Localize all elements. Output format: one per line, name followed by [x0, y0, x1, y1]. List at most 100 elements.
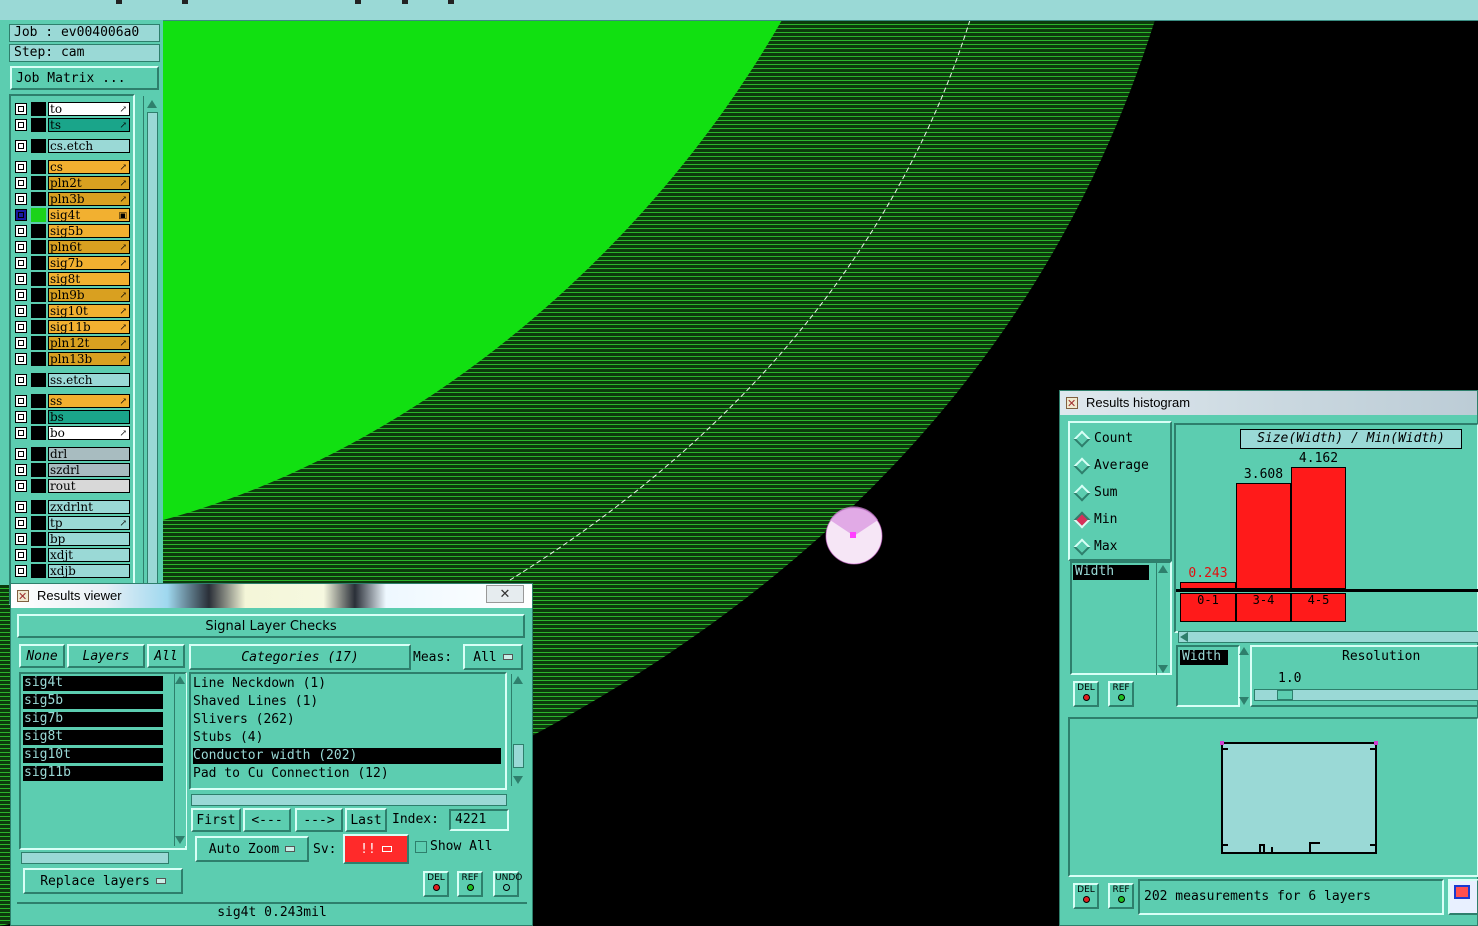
layer-name[interactable]: sig10t ↗ [48, 304, 130, 318]
layer-color-swatch[interactable] [31, 176, 46, 190]
layer-color-swatch[interactable] [31, 304, 46, 318]
layer-checkbox[interactable] [15, 193, 27, 205]
layer-row-rout[interactable]: rout [13, 479, 131, 493]
category-item[interactable]: Slivers (262) [193, 712, 295, 728]
resolution-slider-thumb[interactable] [1277, 690, 1293, 700]
layer-row-cs-etch[interactable]: cs.etch [13, 139, 131, 153]
meas-dropdown[interactable]: All [463, 644, 523, 670]
layer-checkbox[interactable] [15, 464, 27, 476]
layer-color-swatch[interactable] [31, 548, 46, 562]
layer-name[interactable]: ss.etch [48, 373, 130, 387]
job-matrix-button[interactable]: Job Matrix ... [10, 66, 159, 90]
layer-color-swatch[interactable] [31, 102, 46, 116]
results-viewer-titlebar[interactable]: Results viewer ✕ [11, 584, 532, 609]
layer-name[interactable]: pln2t ↗ [48, 176, 130, 190]
layer-row-pln12t[interactable]: pln12t ↗ [13, 336, 131, 350]
all-button[interactable]: All [147, 644, 185, 668]
bin-label[interactable]: 4-5 [1291, 593, 1346, 622]
category-item[interactable]: Line Neckdown (1) [193, 676, 326, 692]
width-field-scroll[interactable] [1238, 647, 1250, 705]
layer-color-swatch[interactable] [31, 564, 46, 578]
layer-color-swatch[interactable] [31, 224, 46, 238]
severity-dropdown[interactable]: !! [343, 834, 409, 864]
bin-label[interactable]: 0-1 [1180, 593, 1236, 622]
result-layer-item[interactable]: sig5b [23, 694, 163, 709]
layer-row-pln6t[interactable]: pln6t ↗ [13, 240, 131, 254]
layer-row-ts[interactable]: ts ↗ [13, 118, 131, 132]
result-layer-item[interactable]: sig8t [23, 730, 163, 745]
histogram-hscroll[interactable] [1178, 631, 1478, 643]
layer-checkbox[interactable] [15, 411, 27, 423]
layer-name[interactable]: pln9b ↗ [48, 288, 130, 302]
layer-color-swatch[interactable] [31, 139, 46, 153]
layer-row-to[interactable]: to ↗ [13, 102, 131, 116]
layer-row-bp[interactable]: bp [13, 532, 131, 546]
layer-checkbox[interactable] [15, 448, 27, 460]
layer-row-drl[interactable]: drl [13, 447, 131, 461]
show-all-checkbox[interactable] [415, 841, 427, 853]
layer-color-swatch[interactable] [31, 479, 46, 493]
layer-name[interactable]: xdjt [48, 548, 130, 562]
layer-checkbox[interactable] [15, 305, 27, 317]
layer-checkbox[interactable] [15, 480, 27, 492]
layer-color-swatch[interactable] [31, 240, 46, 254]
layer-checkbox[interactable] [15, 353, 27, 365]
result-layer-item[interactable]: sig4t [23, 676, 163, 691]
layer-name[interactable]: szdrl [48, 463, 130, 477]
bin-label[interactable]: 3-4 [1236, 593, 1291, 622]
layer-color-swatch[interactable] [31, 500, 46, 514]
layer-checkbox[interactable] [15, 501, 27, 513]
next-button[interactable]: ---> [295, 808, 343, 832]
histogram-titlebar[interactable]: Results histogram [1060, 391, 1477, 416]
field-item-width[interactable]: Width [1073, 565, 1149, 580]
layer-name[interactable]: rout [48, 479, 130, 493]
layer-color-swatch[interactable] [31, 336, 46, 350]
layer-list-scrollbar[interactable] [143, 96, 160, 605]
layer-color-swatch[interactable] [31, 288, 46, 302]
layer-checkbox[interactable] [15, 427, 27, 439]
layer-color-swatch[interactable] [31, 410, 46, 424]
categories-button[interactable]: Categories (17) [189, 644, 411, 670]
layer-checkbox[interactable] [15, 337, 27, 349]
layer-name[interactable]: sig11b ↗ [48, 320, 130, 334]
layer-name[interactable]: pln12t ↗ [48, 336, 130, 350]
layer-name[interactable]: xdjb [48, 564, 130, 578]
layer-name[interactable]: to ↗ [48, 102, 130, 116]
layer-name[interactable]: sig7b ↗ [48, 256, 130, 270]
layer-row-sig5b[interactable]: sig5b [13, 224, 131, 238]
layer-list-hscroll[interactable] [21, 852, 169, 864]
category-item[interactable]: Shaved Lines (1) [193, 694, 318, 710]
layer-color-swatch[interactable] [31, 447, 46, 461]
layer-row-sig8t[interactable]: sig8t [13, 272, 131, 286]
close-icon[interactable]: ✕ [486, 585, 524, 603]
layer-checkbox[interactable] [15, 225, 27, 237]
layer-name[interactable]: sig4t ▣ [48, 208, 130, 222]
layer-color-swatch[interactable] [31, 256, 46, 270]
layer-checkbox[interactable] [15, 565, 27, 577]
layer-name[interactable]: pln3b ↗ [48, 192, 130, 206]
layer-checkbox[interactable] [15, 119, 27, 131]
category-hscroll[interactable] [191, 794, 507, 806]
layer-checkbox[interactable] [15, 549, 27, 561]
layer-name[interactable]: cs ↗ [48, 160, 130, 174]
layer-checkbox[interactable] [15, 517, 27, 529]
layer-color-swatch[interactable] [31, 118, 46, 132]
undo-button[interactable]: UNDO [493, 871, 522, 897]
category-item[interactable]: Pad to Cu Connection (12) [193, 766, 389, 782]
layer-color-swatch[interactable] [31, 192, 46, 206]
layer-name[interactable]: ts ↗ [48, 118, 130, 132]
first-button[interactable]: First [191, 808, 241, 832]
del-button[interactable]: DEL [423, 871, 449, 897]
ref-button-2[interactable]: REF [1108, 883, 1134, 909]
del-button-2[interactable]: DEL [1073, 883, 1099, 909]
category-vscroll[interactable] [511, 674, 524, 786]
layer-checkbox[interactable] [15, 273, 27, 285]
layer-color-swatch[interactable] [31, 352, 46, 366]
layer-color-swatch[interactable] [31, 272, 46, 286]
category-item[interactable]: Stubs (4) [193, 730, 263, 746]
layer-checkbox[interactable] [15, 374, 27, 386]
result-layer-item[interactable]: sig11b [23, 766, 163, 781]
layer-checkbox[interactable] [15, 140, 27, 152]
layer-row-pln9b[interactable]: pln9b ↗ [13, 288, 131, 302]
category-item[interactable]: Conductor width (202) [193, 748, 501, 764]
